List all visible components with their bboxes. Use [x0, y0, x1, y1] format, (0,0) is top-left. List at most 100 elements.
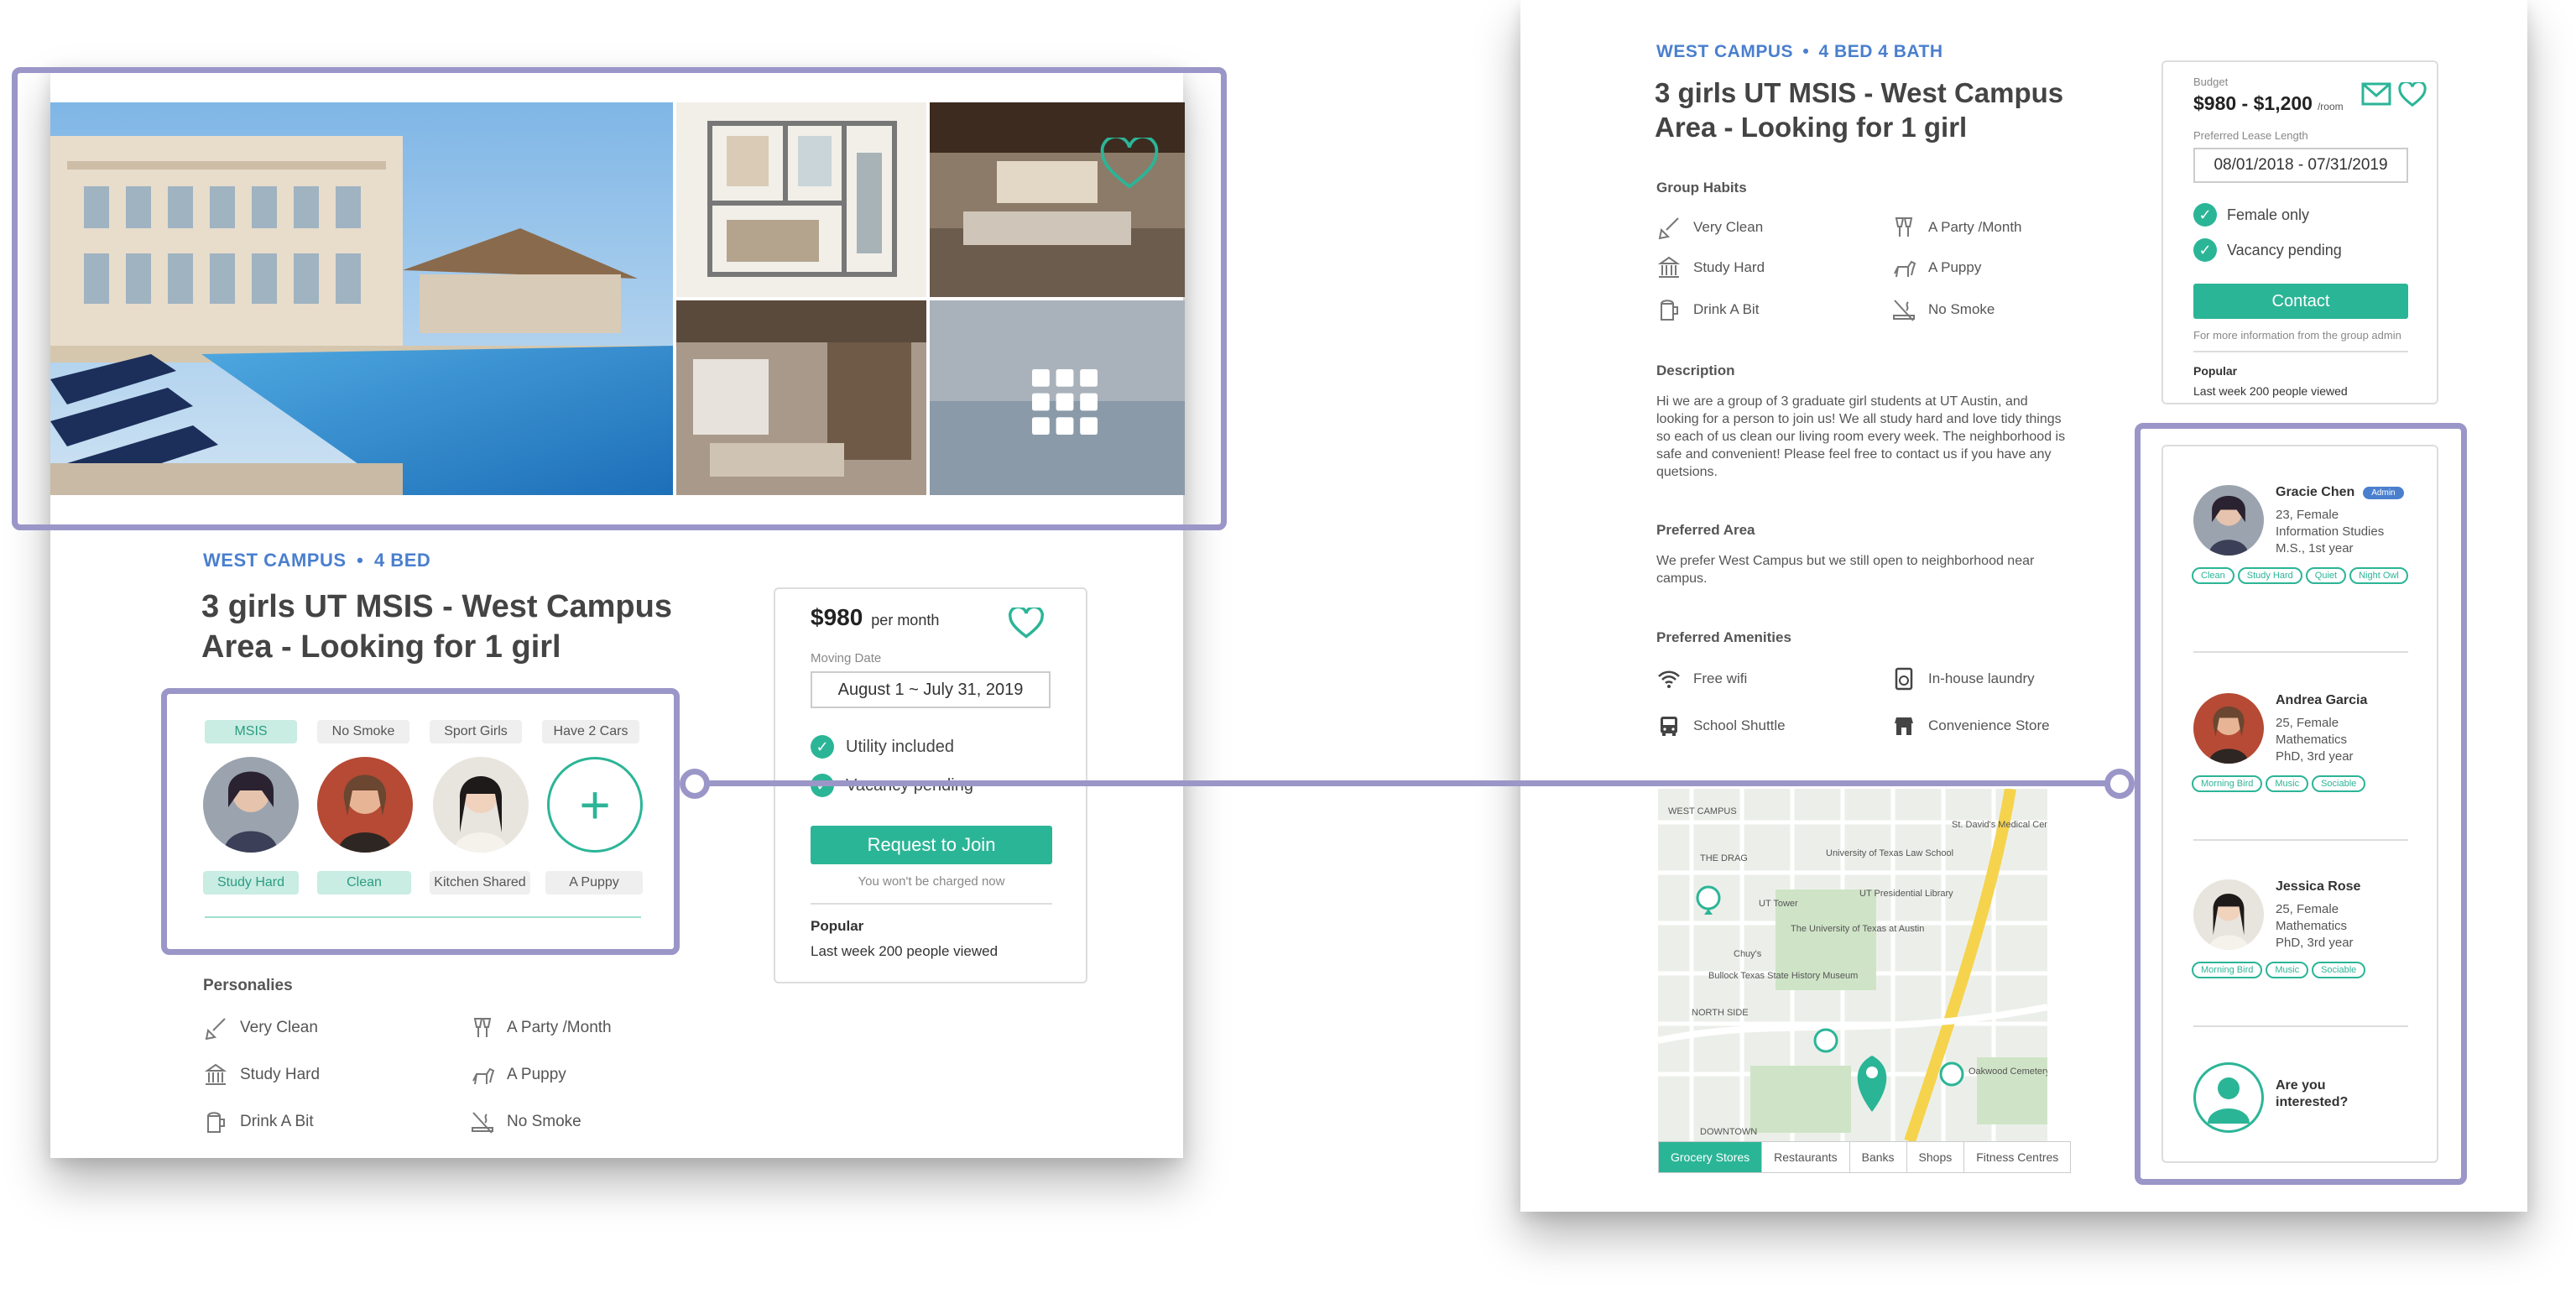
save-heart-icon[interactable] — [2398, 82, 2427, 107]
map-label-chuys: Chuy's — [1734, 949, 1762, 959]
group-habit-drink: Drink A Bit — [1656, 297, 1759, 322]
right-location-eyebrow: WEST CAMPUS • 4 BED 4 BATH — [1656, 42, 1943, 61]
store-marker-icon[interactable] — [1939, 1061, 1964, 1087]
highlight-photo-gallery — [12, 67, 1227, 530]
map-label-the-drag: THE DRAG — [1700, 853, 1748, 863]
dog-icon — [1894, 260, 1916, 278]
map-label-oakwood-cemetery: Oakwood Cemetery — [1969, 1067, 2047, 1077]
check-icon: ✓ — [811, 735, 834, 759]
library-icon — [204, 1063, 227, 1085]
tab-banks[interactable]: Banks — [1850, 1142, 1907, 1172]
tab-restaurants[interactable]: Restaurants — [1762, 1142, 1850, 1172]
contact-note: For more information from the group admi… — [2193, 329, 2401, 342]
group-habit-puppy: A Puppy — [1891, 255, 1981, 280]
store-icon — [1895, 717, 1913, 735]
no-smoking-icon — [1893, 300, 1915, 321]
connector-line — [701, 780, 2120, 786]
location-label: WEST CAMPUS — [203, 550, 347, 571]
habit-very-clean: Very Clean — [203, 1015, 318, 1041]
description-text: Hi we are a group of 3 graduate girl stu… — [1656, 394, 2066, 479]
map-label-downtown: DOWNTOWN — [1700, 1127, 1757, 1137]
wifi-icon — [1658, 670, 1680, 688]
broom-icon — [1658, 217, 1679, 240]
price-card-divider — [811, 903, 1052, 905]
request-to-join-button[interactable]: Request to Join — [811, 826, 1052, 864]
store-marker-icon[interactable] — [1813, 1028, 1838, 1053]
budget-card: Budget $980 - $1,200 /room Preferred Lea… — [2161, 60, 2438, 404]
check-icon: ✓ — [2193, 203, 2217, 227]
dog-icon — [472, 1067, 495, 1085]
map-label-bullock-museum: Bullock Texas State History Museum — [1708, 971, 1858, 981]
contact-button[interactable]: Contact — [2193, 284, 2408, 319]
group-habits-title: Group Habits — [1656, 180, 1747, 196]
charge-note: You won't be charged now — [858, 874, 1005, 889]
left-listing-title: 3 girls UT MSIS - West Campus Area - Loo… — [201, 589, 672, 665]
habit-study-hard: Study Hard — [203, 1062, 320, 1088]
tab-fitness-centres[interactable]: Fitness Centres — [1964, 1142, 2070, 1172]
preferred-area-title: Preferred Area — [1656, 522, 1755, 538]
map-label-west-campus: WEST CAMPUS — [1668, 806, 1737, 816]
habit-party: A Party /Month — [470, 1015, 612, 1041]
group-habit-party: A Party /Month — [1891, 215, 2022, 240]
map-label-ut-austin: The University of Texas at Austin — [1791, 924, 1924, 934]
left-location-eyebrow: WEST CAMPUS • 4 BED — [203, 550, 431, 571]
vacancy-pending-row: ✓ Vacancy pending — [2193, 238, 2342, 262]
amenities-title: Preferred Amenities — [1656, 629, 1791, 645]
group-habit-very-clean: Very Clean — [1656, 215, 1763, 240]
tab-shops[interactable]: Shops — [1907, 1142, 1965, 1172]
bus-icon — [1661, 717, 1677, 736]
connector-dot-left — [680, 769, 710, 799]
map-label-st-davids: St. David's Medical Center — [1952, 820, 2047, 830]
connector-dot-right — [2104, 769, 2135, 799]
popular-title: Popular — [2193, 364, 2238, 378]
neighborhood-map[interactable]: WEST CAMPUS THE DRAG The University of T… — [1658, 789, 2047, 1141]
personalities-title: Personalies — [203, 977, 293, 994]
highlight-roommates — [161, 688, 680, 955]
map-canvas[interactable]: WEST CAMPUS THE DRAG The University of T… — [1658, 789, 2047, 1141]
map-label-north-side: NORTH SIDE — [1692, 1008, 1749, 1018]
library-icon — [1657, 256, 1681, 278]
map-label-law-school: University of Texas Law School — [1826, 848, 1953, 858]
budget-card-divider — [2193, 351, 2408, 352]
lease-length-label: Preferred Lease Length — [2193, 129, 2308, 142]
bed-label: 4 BED — [373, 550, 431, 571]
popular-title: Popular — [811, 918, 864, 934]
drinks-icon — [1895, 217, 1913, 237]
right-listing-title: 3 girls UT MSIS - West Campus Area - Loo… — [1655, 77, 2064, 143]
highlight-members — [2135, 423, 2467, 1185]
moving-date-field[interactable]: August 1 ~ July 31, 2019 — [811, 671, 1051, 708]
amenity-free-wifi: Free wifi — [1656, 666, 1747, 691]
map-category-tabs: Grocery Stores Restaurants Banks Shops F… — [1658, 1141, 2072, 1173]
budget-label: Budget — [2193, 76, 2229, 88]
budget-value: $980 - $1,200 — [2193, 92, 2313, 114]
habit-drink: Drink A Bit — [203, 1109, 314, 1134]
amenity-laundry: In-house laundry — [1891, 666, 2035, 691]
map-label-ut-tower: UT Tower — [1759, 899, 1798, 909]
utility-included-row: ✓ Utility included — [811, 735, 954, 759]
tab-grocery-stores[interactable]: Grocery Stores — [1659, 1142, 1763, 1172]
washing-machine-icon — [1895, 667, 1913, 691]
no-smoking-icon — [472, 1112, 493, 1134]
moving-date-label: Moving Date — [811, 651, 882, 665]
group-habit-no-smoke: No Smoke — [1891, 297, 1995, 322]
beer-icon — [207, 1112, 225, 1133]
group-habit-study-hard: Study Hard — [1656, 255, 1765, 280]
popular-text: Last week 200 people viewed — [811, 943, 999, 959]
map-label-presidential-library: UT Presidential Library — [1859, 889, 1953, 899]
price-value: $980 — [811, 604, 863, 630]
popular-text: Last week 200 people viewed — [2193, 384, 2348, 398]
habit-no-smoke: No Smoke — [470, 1109, 581, 1134]
lease-length-field[interactable]: 08/01/2018 - 07/31/2019 — [2193, 148, 2408, 183]
beer-icon — [1661, 300, 1678, 321]
price-unit: per month — [871, 612, 940, 629]
amenity-convenience-store: Convenience Store — [1891, 713, 2050, 738]
broom-icon — [205, 1018, 226, 1041]
amenity-shuttle: School Shuttle — [1656, 713, 1786, 738]
preferred-area-text: We prefer West Campus but we still open … — [1656, 554, 2035, 586]
female-only-row: ✓ Female only — [2193, 203, 2309, 227]
save-heart-icon[interactable] — [1009, 608, 1044, 639]
description-title: Description — [1656, 363, 1735, 378]
budget-unit: /room — [2317, 101, 2344, 112]
mail-icon[interactable] — [2361, 82, 2391, 106]
drinks-icon — [473, 1018, 492, 1037]
